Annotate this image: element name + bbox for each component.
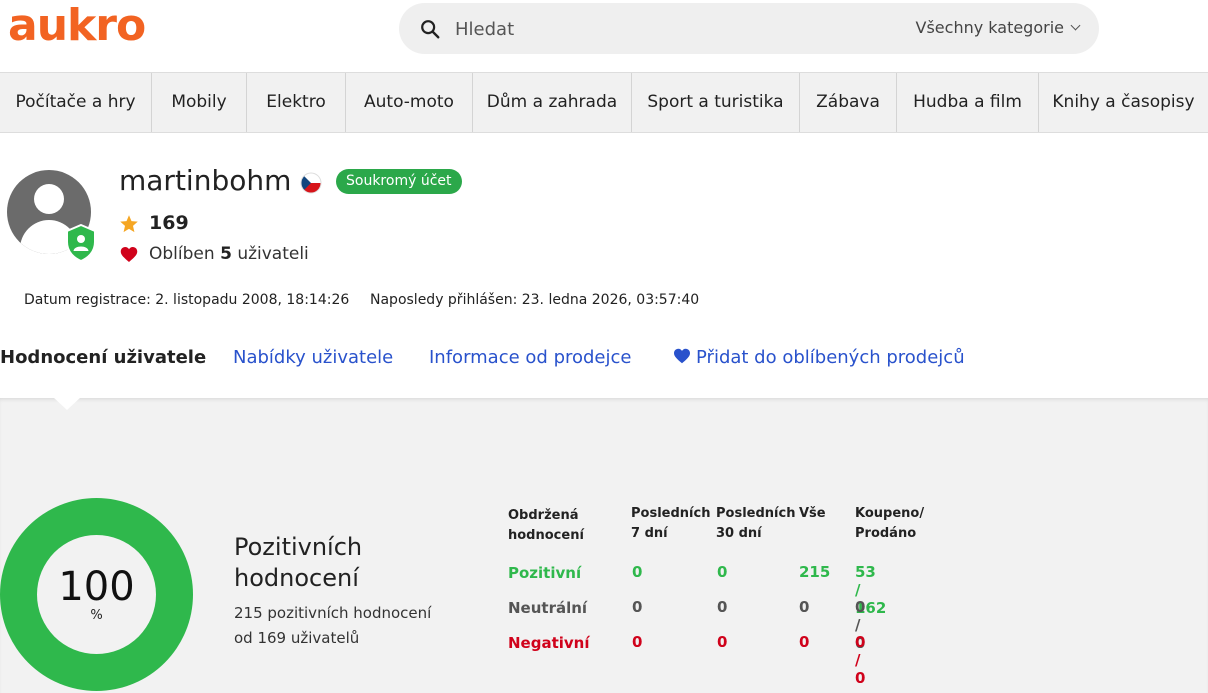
account-type-badge: Soukromý účet bbox=[336, 169, 462, 194]
last-login: Naposledy přihlášen: 23. ledna 2026, 03:… bbox=[370, 292, 700, 308]
category-nav: Počítače a hry Mobily Elektro Auto-moto … bbox=[0, 72, 1208, 133]
column-header-all: Vše bbox=[799, 506, 826, 521]
percent-sign: % bbox=[90, 608, 103, 623]
star-icon bbox=[120, 215, 138, 233]
category-select-label: Všechny kategorie bbox=[915, 18, 1064, 37]
category-item-elektro[interactable]: Elektro bbox=[247, 73, 346, 132]
category-item-sport[interactable]: Sport a turistika bbox=[632, 73, 800, 132]
neutral-7-days: 0 bbox=[632, 598, 643, 616]
heart-icon bbox=[674, 348, 690, 364]
category-item-mobily[interactable]: Mobily bbox=[152, 73, 247, 132]
positive-users-line: od 169 uživatelů bbox=[234, 629, 360, 647]
avatar-head bbox=[34, 184, 64, 214]
negative-7-days: 0 bbox=[632, 633, 643, 651]
category-item-zabava[interactable]: Zábava bbox=[800, 73, 897, 132]
search-bar[interactable]: Všechny kategorie bbox=[399, 3, 1099, 54]
row-label-neutral: Neutrální bbox=[508, 599, 588, 617]
column-header-30-days: Posledních 30 dní bbox=[716, 506, 796, 541]
username: martinbohm bbox=[119, 164, 292, 197]
column-header-bought-sold: Koupeno/ Prodáno bbox=[855, 506, 925, 541]
category-item-knihy[interactable]: Knihy a časopisy bbox=[1039, 73, 1208, 132]
tab-seller-info[interactable]: Informace od prodejce bbox=[429, 347, 631, 368]
positive-7-days: 0 bbox=[632, 563, 643, 581]
positive-30-days: 0 bbox=[717, 563, 728, 581]
favorite-count: 5 bbox=[220, 244, 232, 264]
chevron-down-icon bbox=[1070, 20, 1081, 31]
row-label-positive: Pozitivní bbox=[508, 564, 582, 582]
neutral-30-days: 0 bbox=[717, 598, 728, 616]
favorite-prefix: Oblíben bbox=[149, 244, 215, 264]
positive-rating-donut: 100 % bbox=[0, 498, 193, 691]
column-header-7-days: Posledních 7 dní bbox=[631, 506, 711, 541]
column-header-received: Obdržená hodnocení bbox=[508, 508, 584, 543]
category-item-auto-moto[interactable]: Auto-moto bbox=[346, 73, 473, 132]
category-item-pocitace[interactable]: Počítače a hry bbox=[0, 73, 152, 132]
positive-title: Pozitivních hodnocení bbox=[234, 533, 363, 592]
verified-user-shield-icon bbox=[66, 224, 96, 262]
search-icon[interactable] bbox=[419, 18, 441, 40]
search-input[interactable] bbox=[455, 15, 895, 43]
negative-all: 0 bbox=[799, 633, 810, 651]
czech-flag-icon bbox=[300, 172, 322, 194]
positive-count-line: 215 pozitivních hodnocení bbox=[234, 604, 432, 622]
favorite-suffix: uživateli bbox=[237, 244, 309, 264]
rating-score: 169 bbox=[149, 212, 189, 234]
neutral-all: 0 bbox=[799, 598, 810, 616]
category-item-hudba-film[interactable]: Hudba a film bbox=[897, 73, 1039, 132]
aukro-logo[interactable]: aukro bbox=[8, 0, 146, 51]
rating-section bbox=[0, 398, 1208, 693]
category-select[interactable]: Všechny kategorie bbox=[915, 18, 1081, 37]
negative-bought-sold: 0 / 0 bbox=[855, 633, 866, 687]
tab-offers[interactable]: Nabídky uživatele bbox=[233, 347, 393, 368]
negative-30-days: 0 bbox=[717, 633, 728, 651]
active-tab-pointer bbox=[53, 397, 81, 410]
category-item-dum-zahrada[interactable]: Dům a zahrada bbox=[473, 73, 632, 132]
registration-date: Datum registrace: 2. listopadu 2008, 18:… bbox=[24, 292, 350, 308]
row-label-negative: Negativní bbox=[508, 634, 590, 652]
add-favorite-label: Přidat do oblíbených prodejců bbox=[696, 347, 965, 368]
tab-ratings[interactable]: Hodnocení uživatele bbox=[0, 347, 206, 368]
positive-summary: 215 pozitivních hodnocení od 169 uživate… bbox=[234, 601, 464, 651]
positive-all: 215 bbox=[799, 563, 831, 581]
heart-icon bbox=[120, 247, 138, 262]
header: aukro Všechny kategorie bbox=[0, 0, 1208, 72]
favorite-count-text: Oblíben 5 uživateli bbox=[149, 244, 309, 264]
positive-percent: 100 bbox=[58, 564, 135, 610]
add-favorite-seller-link[interactable]: Přidat do oblíbených prodejců bbox=[673, 347, 965, 368]
